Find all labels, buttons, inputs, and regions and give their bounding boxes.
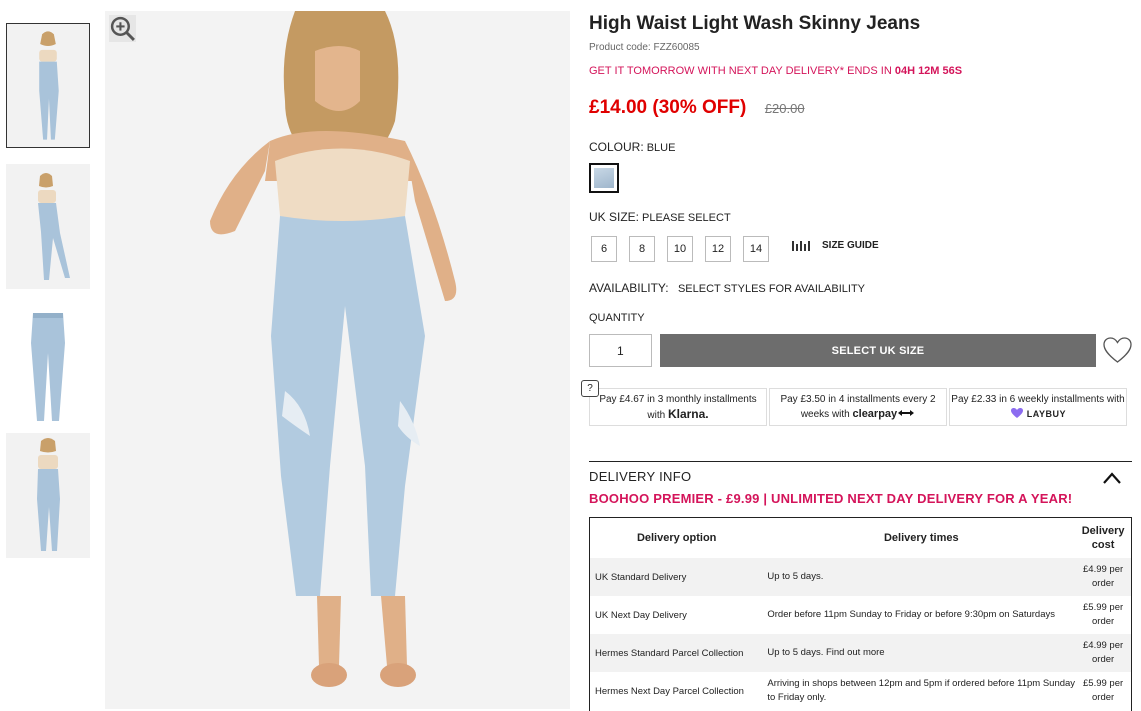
delivery-cost: £5.99 per order [1083, 678, 1124, 703]
availability-value: SELECT STYLES FOR AVAILABILITY [677, 283, 866, 295]
size-value: PLEASE SELECT [642, 212, 731, 224]
thumbnail-model-image [6, 433, 90, 558]
delivery-time: Order before 11pm Sunday to Friday or be… [767, 609, 1055, 620]
table-row: Hermes Standard Parcel Collection Up to … [590, 634, 1131, 672]
availability-label: AVAILABILITY: [589, 281, 669, 295]
size-option-10[interactable]: 10 [667, 236, 693, 262]
delivery-option: UK Standard Delivery [595, 571, 687, 583]
header-times: Delivery times [883, 532, 959, 544]
main-product-image [105, 11, 570, 709]
header-cost: Delivery cost [1081, 525, 1125, 551]
colour-label-key: COLOUR: [589, 140, 644, 154]
delivery-promo: GET IT TOMORROW WITH NEXT DAY DELIVERY* … [589, 65, 962, 77]
laybuy-heart-icon [1011, 408, 1024, 418]
delivery-time: Up to 5 days. [767, 571, 824, 582]
klarna-logo: Klarna. [667, 407, 709, 421]
payment-help-button[interactable]: ? [581, 380, 599, 397]
product-code: Product code: FZZ60085 [589, 42, 700, 53]
delivery-cost: £4.99 per order [1083, 564, 1124, 589]
laybuy-mid: in 6 weekly installments with [996, 394, 1125, 405]
availability-row: AVAILABILITY: SELECT STYLES FOR AVAILABI… [589, 281, 865, 295]
size-label-key: UK SIZE: [589, 210, 640, 224]
table-row: UK Next Day Delivery Order before 11pm S… [590, 596, 1131, 634]
promo-text: GET IT TOMORROW WITH NEXT DAY DELIVERY* … [589, 65, 892, 77]
delivery-info-title: DELIVERY INFO [589, 469, 692, 484]
zoom-button[interactable] [109, 15, 136, 42]
ruler-bars-icon [792, 241, 810, 251]
price-row: £14.00 (30% OFF) £20.00 [589, 97, 805, 119]
colour-swatch-blue[interactable] [589, 163, 619, 193]
delivery-option: UK Next Day Delivery [595, 609, 687, 621]
delivery-info-header[interactable]: DELIVERY INFO [589, 461, 1132, 487]
colour-label: COLOUR: BLUE [589, 140, 675, 154]
size-option-8[interactable]: 8 [629, 236, 655, 262]
delivery-time: Up to 5 days. Find out more [767, 647, 885, 658]
quantity-label: QUANTITY [589, 312, 645, 324]
thumbnail-front[interactable] [6, 23, 90, 148]
select-size-button[interactable]: SELECT UK SIZE [660, 334, 1096, 367]
thumbnail-front-image [7, 24, 89, 147]
header-option: Delivery option [636, 532, 717, 544]
delivery-option: Hermes Next Day Parcel Collection [595, 685, 744, 697]
thumbnail-side-image [6, 164, 90, 289]
thumbnail-product[interactable] [6, 305, 90, 430]
chevron-up-icon[interactable] [1102, 471, 1122, 485]
klarna-option[interactable]: Pay £4.67 in 3 monthly installments with… [589, 388, 767, 426]
delivery-time: Arriving in shops between 12pm and 5pm i… [767, 678, 1076, 703]
klarna-pre: Pay [599, 394, 620, 405]
colour-value: BLUE [646, 142, 676, 154]
delivery-cost: £5.99 per order [1083, 602, 1124, 627]
laybuy-option[interactable]: Pay £2.33 in 6 weekly installments with … [949, 388, 1127, 426]
quantity-input[interactable] [589, 334, 652, 367]
product-title: High Waist Light Wash Skinny Jeans [589, 13, 921, 34]
delivery-table: Delivery option Delivery times Delivery … [589, 517, 1132, 711]
original-price: £20.00 [764, 101, 805, 116]
size-guide-link[interactable]: SIZE GUIDE [792, 240, 879, 251]
clearpay-arrows-icon [898, 410, 915, 416]
size-options: 6 8 10 12 14 [591, 236, 769, 262]
clearpay-amount: £3.50 [800, 394, 826, 405]
table-header: Delivery option Delivery times Delivery … [590, 518, 1131, 558]
size-label: UK SIZE: PLEASE SELECT [589, 210, 731, 224]
delivery-cost: £4.99 per order [1083, 640, 1124, 665]
thumbnail-model[interactable] [6, 433, 90, 558]
table-row: Hermes Next Day Parcel Collection Arrivi… [590, 672, 1131, 710]
current-price: £14.00 (30% OFF) [589, 97, 747, 118]
swatch-fill [594, 168, 614, 188]
delivery-option: Hermes Standard Parcel Collection [595, 647, 744, 659]
laybuy-pre: Pay [951, 394, 972, 405]
laybuy-amount: £2.33 [971, 394, 997, 405]
payment-options: Pay £4.67 in 3 monthly installments with… [589, 388, 1127, 426]
laybuy-logo: LAYBUY [1026, 409, 1066, 419]
klarna-amount: £4.67 [619, 394, 645, 405]
wishlist-button[interactable] [1103, 337, 1132, 364]
premier-banner[interactable]: BOOHOO PREMIER - £9.99 | UNLIMITED NEXT … [589, 491, 1072, 506]
thumbnail-side[interactable] [6, 164, 90, 289]
size-option-14[interactable]: 14 [743, 236, 769, 262]
model-wearing-jeans-image [105, 11, 570, 709]
thumbnail-product-image [6, 305, 90, 430]
zoom-in-icon [110, 16, 135, 41]
size-option-12[interactable]: 12 [705, 236, 731, 262]
clearpay-option[interactable]: Pay £3.50 in 4 installments every 2 week… [769, 388, 947, 426]
size-guide-label: SIZE GUIDE [822, 240, 879, 251]
clearpay-pre: Pay [780, 394, 801, 405]
promo-countdown: 04H 12M 56S [894, 65, 963, 77]
size-option-6[interactable]: 6 [591, 236, 617, 262]
table-row: UK Standard Delivery Up to 5 days. £4.99… [590, 558, 1131, 596]
heart-outline-icon [1103, 337, 1132, 363]
clearpay-logo: clearpay [852, 408, 898, 420]
